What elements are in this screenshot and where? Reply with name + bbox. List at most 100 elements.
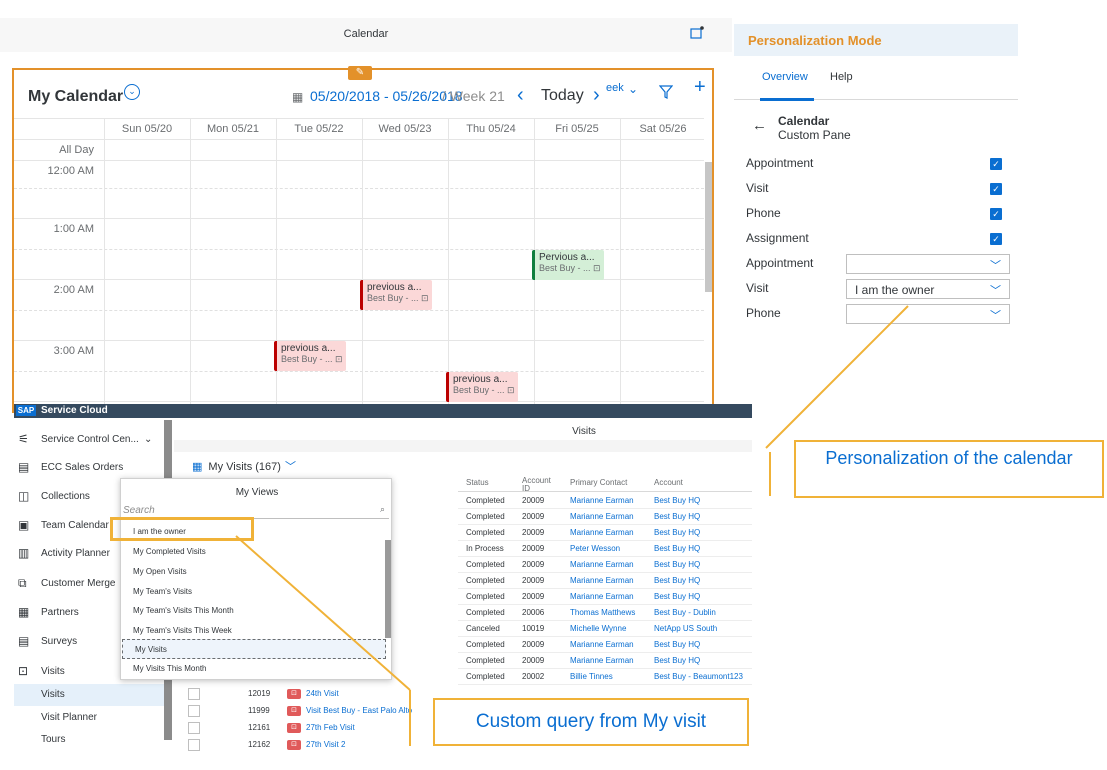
time-slot[interactable] <box>14 372 704 402</box>
sidebar-subitem-visit-planner[interactable]: Visit Planner <box>14 707 164 729</box>
time-slot[interactable] <box>14 311 704 341</box>
view-option[interactable]: My Completed Visits <box>121 542 387 562</box>
time-slot[interactable]: 1:00 AM <box>14 219 704 250</box>
add-icon[interactable]: + <box>694 76 706 99</box>
column-header[interactable]: Primary Contact <box>570 479 627 487</box>
sidebar-subitem-visits[interactable]: Visits <box>14 684 164 706</box>
table-row[interactable]: Canceled 10019 Michelle Wynne NetApp US Sou… <box>458 621 752 637</box>
merge-icon: ⧉ <box>18 576 27 590</box>
table-row[interactable]: Completed 20009 Marianne Earman Best Buy HQ <box>458 493 752 509</box>
visit-query-select[interactable]: I am the owner ﹀ <box>846 279 1010 299</box>
grid-line <box>190 118 191 411</box>
my-views-popover: My Views Search ⌕ I am the owner My Comp… <box>120 478 392 680</box>
next-arrow-icon[interactable]: › <box>593 84 600 107</box>
product-name: Service Cloud <box>41 405 108 416</box>
visits-icon: ⊡ <box>18 664 29 678</box>
previous-arrow-icon[interactable]: ‹ <box>517 84 524 107</box>
visit-link[interactable]: Visit Best Buy - East Palo Alto <box>306 706 412 715</box>
view-option[interactable]: My Visits This Month <box>121 659 387 679</box>
appointment-title: previous a... <box>453 374 508 385</box>
personalization-header: Personalization Mode <box>734 24 1018 56</box>
column-header[interactable]: Status <box>466 479 489 487</box>
visit-link[interactable]: 24th Visit <box>306 689 339 698</box>
visit-id: 11999 <box>248 706 270 715</box>
visit-checkbox[interactable]: ✓ <box>990 183 1002 195</box>
column-header[interactable]: Account ID <box>522 477 552 493</box>
appointment-checkbox[interactable]: ✓ <box>990 158 1002 170</box>
view-select[interactable]: eek <box>606 82 624 94</box>
visit-icon: ⊡ <box>287 740 301 750</box>
table-row[interactable]: Completed 20009 Marianne Earman Best Buy HQ <box>458 557 752 573</box>
table-row[interactable]: Completed 20006 Thomas Matthews Best Buy - … <box>458 605 752 621</box>
assignment-checkbox[interactable]: ✓ <box>990 233 1002 245</box>
view-option[interactable]: My Team's Visits This Month <box>121 601 387 621</box>
back-arrow-icon[interactable]: ← <box>752 117 767 134</box>
phone-query-select[interactable]: ﹀ <box>846 304 1010 324</box>
date-range[interactable]: 05/20/2018 - 05/26/2018 <box>310 88 463 104</box>
chevron-down-icon[interactable]: ⌄ <box>628 82 638 96</box>
day-header: Sun 05/20 <box>121 123 173 135</box>
section-title: Calendar <box>778 114 830 128</box>
table-row[interactable]: Completed 20009 Marianne Earman Best Buy HQ <box>458 525 752 541</box>
table-row[interactable]: Completed 20009 Marianne Earman Best Buy HQ <box>458 589 752 605</box>
edit-pencil-icon[interactable]: ✎ <box>348 66 372 80</box>
table-row[interactable]: Completed 20009 Marianne Earman Best Buy HQ <box>458 637 752 653</box>
sidebar-item-label: Surveys <box>41 636 78 647</box>
filter-icon[interactable] <box>658 85 674 103</box>
row-checkbox[interactable] <box>188 705 200 717</box>
calendar-panel: My Calendar ⌄ ▦ 05/20/2018 - 05/26/2018 … <box>12 68 714 413</box>
checkbox-label: Assignment <box>746 231 809 245</box>
day-header: Tue 05/22 <box>294 123 344 135</box>
sliders-icon: ⚟ <box>18 432 29 446</box>
sidebar-subitem-tours[interactable]: Tours <box>14 729 164 751</box>
visit-icon: ⊡ <box>507 385 515 395</box>
appointment-query-select[interactable]: ﹀ <box>846 254 1010 274</box>
calendar-scrollbar[interactable] <box>705 162 712 292</box>
sidebar-subitem-label: Tours <box>41 734 66 745</box>
appointment[interactable]: previous a... Best Buy - ... ⊡ <box>446 372 518 402</box>
table-row[interactable]: Completed 20009 Marianne Earman Best Buy HQ <box>458 573 752 589</box>
column-header[interactable]: Account <box>654 479 683 487</box>
table-row[interactable]: In Process 20009 Peter Wesson Best Buy HQ <box>458 541 752 557</box>
visit-icon: ⊡ <box>287 723 301 733</box>
view-option-selected[interactable]: My Visits <box>122 639 386 659</box>
time-label: 3:00 AM <box>53 345 94 357</box>
views-scrollbar[interactable] <box>385 540 391 638</box>
table-row[interactable]: Completed 20009 Marianne Earman Best Buy HQ <box>458 653 752 669</box>
view-option[interactable]: My Team's Visits This Week <box>121 621 387 641</box>
table-row[interactable]: Completed 20002 Billie Tinnes Best Buy - Be… <box>458 669 752 685</box>
all-day-row[interactable]: All Day <box>14 140 704 161</box>
table-row[interactable]: Completed 20009 Marianne Earman Best Buy HQ <box>458 509 752 525</box>
row-checkbox[interactable] <box>188 722 200 734</box>
appointment-subtitle: Best Buy - ... ⊡ <box>281 354 343 364</box>
appointment[interactable]: previous a... Best Buy - ... ⊡ <box>274 341 346 371</box>
row-checkbox[interactable] <box>188 688 200 700</box>
view-option[interactable]: My Open Visits <box>121 562 387 582</box>
sidebar-item-label: Team Calendar <box>41 520 109 531</box>
appointment[interactable]: Pervious a... Best Buy - ... ⊡ <box>532 250 604 280</box>
time-slot[interactable]: 3:00 AM <box>14 341 704 372</box>
time-slot[interactable]: 2:00 AM <box>14 280 704 311</box>
visit-link[interactable]: 27th Visit 2 <box>306 740 345 749</box>
visit-link[interactable]: 27th Feb Visit <box>306 723 355 732</box>
day-header-row: Sun 05/20 Mon 05/21 Tue 05/22 Wed 05/23 … <box>14 118 704 140</box>
phone-checkbox[interactable]: ✓ <box>990 208 1002 220</box>
tab-help[interactable]: Help <box>830 71 853 83</box>
row-checkbox[interactable] <box>188 739 200 751</box>
appointment-subtitle: Best Buy - ... ⊡ <box>453 385 515 395</box>
notification-icon[interactable] <box>690 26 704 40</box>
sidebar-item-service-control[interactable]: ⚟ Service Control Cen... ⌄ <box>14 426 164 454</box>
appointment[interactable]: previous a... Best Buy - ... ⊡ <box>360 280 432 310</box>
search-icon[interactable]: ⌕ <box>380 504 385 515</box>
calendar-icon: ▦ <box>292 90 304 104</box>
tab-overview[interactable]: Overview <box>762 71 808 83</box>
time-slot[interactable]: 12:00 AM <box>14 161 704 189</box>
personalization-callout: Personalization of the calendar <box>794 440 1104 498</box>
time-slot[interactable] <box>14 189 704 219</box>
chevron-down-icon[interactable]: ⌄ <box>124 84 140 100</box>
popover-title: My Views <box>235 487 279 498</box>
grid-line <box>104 118 105 411</box>
today-button[interactable]: Today <box>541 87 584 105</box>
view-option[interactable]: My Team's Visits <box>121 582 387 602</box>
view-selector[interactable]: ▦ My Visits (167) ﹀ <box>192 458 296 474</box>
